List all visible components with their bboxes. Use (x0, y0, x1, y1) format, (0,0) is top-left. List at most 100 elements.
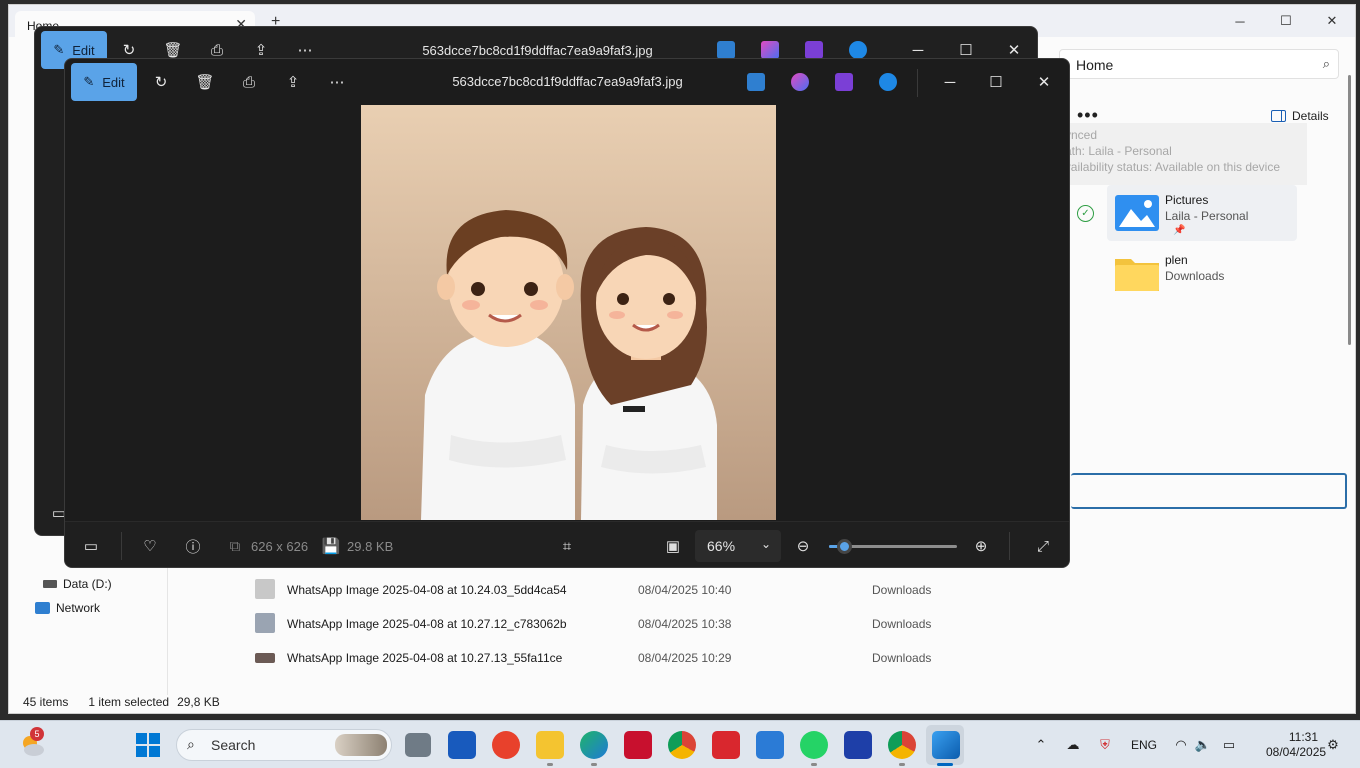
delete-icon[interactable]: 🗑 (195, 72, 215, 92)
copilot-app-icon[interactable] (761, 41, 779, 59)
filmstrip-icon[interactable]: ▭ (81, 536, 101, 556)
minimize-icon[interactable]: ─ (1217, 5, 1263, 37)
maximize-icon[interactable]: ☐ (1263, 5, 1309, 37)
search-icon: ⌕ (187, 736, 195, 752)
table-row[interactable]: WhatsApp Image 2025-04-08 at 10.27.12_c7… (253, 609, 953, 639)
antivirus-tray-icon[interactable]: ⛨ (1096, 736, 1114, 754)
mendeley-app-icon[interactable] (624, 731, 652, 759)
chevron-up-icon[interactable]: ⌃ (1032, 736, 1050, 754)
volume-icon[interactable]: 🔈 (1194, 736, 1212, 754)
rotate-icon[interactable]: ↻ (151, 72, 171, 92)
editor-app-icon[interactable] (717, 41, 735, 59)
sejda-app-icon[interactable] (712, 731, 740, 759)
photo-image[interactable] (361, 105, 776, 520)
delete-icon[interactable]: 🗑 (163, 40, 183, 60)
image-dimensions: 626 x 626 (251, 539, 309, 554)
info-icon[interactable]: ⓘ (183, 536, 203, 556)
zoom-dropdown[interactable]: 66% ⌄ (695, 530, 781, 562)
table-row[interactable]: WhatsApp Image 2025-04-08 at 10.24.03_5d… (253, 575, 953, 605)
actual-size-icon[interactable]: ▣ (663, 536, 683, 556)
task-view-icon[interactable] (405, 733, 431, 757)
file-name: WhatsApp Image 2025-04-08 at 10.24.03_5d… (287, 583, 567, 597)
word-app-icon[interactable] (448, 731, 476, 759)
taskbar-search[interactable]: ⌕ Search (176, 729, 392, 761)
face-focus-icon[interactable]: ⌗ (557, 536, 577, 556)
sync-check-icon: ✓ (1077, 205, 1094, 222)
nav-item-label: Data (D:) (63, 577, 112, 591)
vertical-scrollbar[interactable] (1348, 75, 1351, 345)
edge-app-icon[interactable] (580, 731, 608, 759)
quick-item-name: plen (1165, 253, 1188, 267)
running-indicator (899, 763, 905, 766)
share-icon[interactable]: ⇪ (283, 72, 303, 92)
start-button[interactable] (136, 733, 160, 757)
clipchamp-app-icon[interactable] (835, 73, 853, 91)
notepad-app-icon[interactable] (756, 731, 784, 759)
more-icon[interactable]: ⋯ (295, 40, 315, 60)
tooltip-line: Availability status: Available on this d… (1057, 160, 1281, 174)
zoom-in-icon[interactable]: ⊕ (971, 536, 991, 556)
whatsapp-app-icon[interactable] (800, 731, 828, 759)
language-indicator[interactable]: ENG (1131, 738, 1157, 752)
calculator-app-icon[interactable] (844, 731, 872, 759)
zoom-slider-thumb[interactable] (837, 539, 852, 554)
dimensions-icon: ⧉ (229, 537, 241, 555)
maximize-icon[interactable]: ☐ (973, 67, 1019, 97)
copilot-app-icon[interactable] (791, 73, 809, 91)
search-icon[interactable]: ⌕ (1323, 56, 1330, 72)
onedrive-tray-icon[interactable]: ☁ (1064, 736, 1082, 754)
address-text: Home (1076, 57, 1114, 73)
item-count: 45 items (23, 695, 69, 709)
selected-row-outline[interactable] (1071, 473, 1347, 509)
toolbar-divider (917, 69, 918, 97)
file-thumbnail-icon (255, 653, 275, 663)
nav-item-network[interactable]: Network (35, 601, 100, 615)
photos-back-title: 563dcce7bc8cd1f9ddffac7ea9a9faf3.jpg (422, 43, 653, 58)
wifi-icon[interactable]: ◠ (1172, 736, 1190, 754)
onedrive-app-icon[interactable] (879, 73, 897, 91)
running-indicator (591, 763, 597, 766)
editor-app-icon[interactable] (747, 73, 765, 91)
file-explorer-app-icon[interactable] (536, 731, 564, 759)
more-icon[interactable]: ⋯ (327, 72, 347, 92)
bottom-divider (121, 532, 122, 560)
fullscreen-icon[interactable]: ⤢ (1033, 536, 1053, 556)
photos-app-icon[interactable] (932, 731, 960, 759)
edit-label: Edit (72, 42, 95, 58)
windows-logo-icon (136, 733, 160, 757)
clipchamp-app-icon[interactable] (805, 41, 823, 59)
quick-access-plen[interactable]: plen Downloads (1107, 245, 1297, 301)
close-icon[interactable]: ✕ (1309, 5, 1355, 37)
edit-button[interactable]: ✎ Edit (71, 63, 137, 101)
minimize-icon[interactable]: ─ (927, 67, 973, 97)
running-indicator (811, 763, 817, 766)
battery-icon[interactable]: ▭ (1220, 736, 1238, 754)
address-bar[interactable]: Home ⌕ (1059, 49, 1339, 79)
wps-app-icon[interactable] (492, 731, 520, 759)
table-row[interactable]: WhatsApp Image 2025-04-08 at 10.27.13_55… (253, 643, 953, 673)
nav-item-data-drive[interactable]: Data (D:) (43, 577, 112, 591)
weather-widget[interactable]: 5 (18, 727, 46, 759)
file-location: Downloads (872, 583, 932, 597)
notifications-icon[interactable]: ⚙ (1324, 736, 1342, 754)
file-date: 08/04/2025 10:38 (638, 617, 732, 631)
print-icon[interactable]: ⎙ (239, 72, 259, 92)
onedrive-app-icon[interactable] (849, 41, 867, 59)
zoom-slider[interactable] (829, 539, 957, 554)
share-icon[interactable]: ⇪ (251, 40, 271, 60)
bottom-divider (1009, 532, 1010, 560)
photo-title: 563dcce7bc8cd1f9ddffac7ea9a9faf3.jpg (452, 74, 683, 89)
taskbar: 5 ⌕ Search ⌃ ☁ ⛨ ENG ◠ 🔈 ▭ 11:31 08/04/2… (0, 720, 1360, 768)
quick-access-pictures[interactable]: Pictures Laila - Personal 📌 (1107, 185, 1297, 241)
favorite-heart-icon[interactable]: ♡ (140, 536, 160, 556)
close-icon[interactable]: ✕ (1021, 67, 1067, 97)
file-name: WhatsApp Image 2025-04-08 at 10.27.12_c7… (287, 617, 567, 631)
file-size-icon: 💾 (321, 538, 341, 555)
chrome-profile-app-icon[interactable] (888, 731, 916, 759)
chrome-app-icon[interactable] (668, 731, 696, 759)
print-icon[interactable]: ⎙ (207, 40, 227, 60)
clock[interactable]: 11:31 08/04/2025 (1266, 730, 1326, 760)
zoom-out-icon[interactable]: ⊖ (793, 536, 813, 556)
rotate-icon[interactable]: ↻ (119, 40, 139, 60)
details-button[interactable]: Details (1271, 109, 1329, 123)
